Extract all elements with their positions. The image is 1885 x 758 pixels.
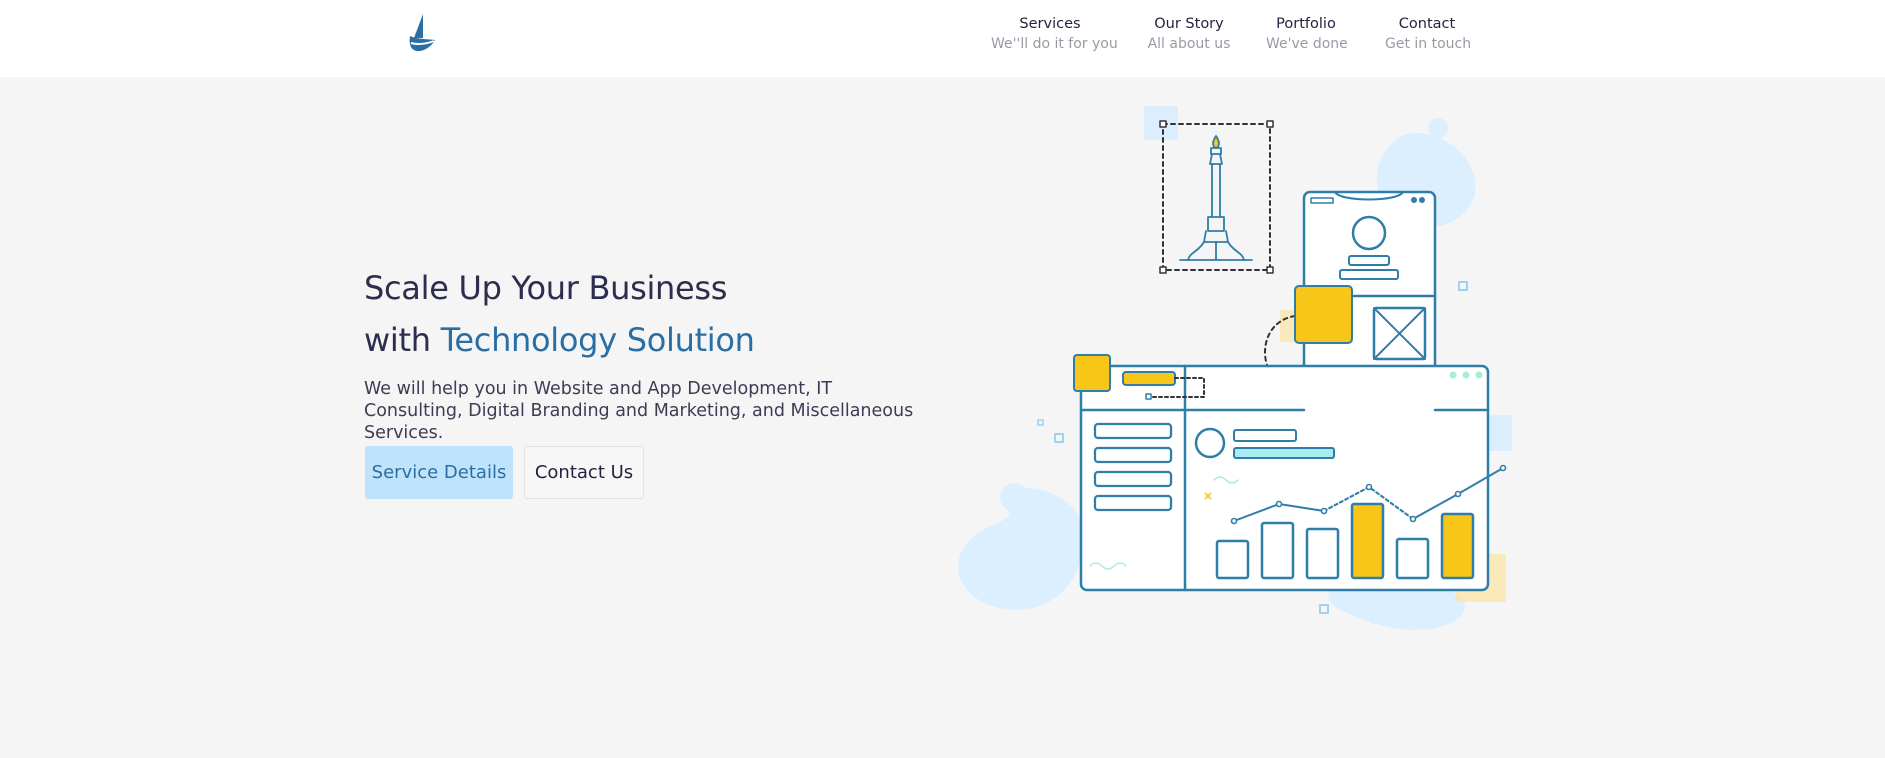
hero-title-line2-prefix: with — [364, 321, 441, 359]
nav-item-services[interactable]: Services We''ll do it for you — [991, 14, 1118, 54]
sailboat-logo-icon[interactable] — [408, 14, 436, 54]
nav-subtitle-our-story: All about us — [1147, 36, 1231, 52]
nav-subtitle-contact: Get in touch — [1385, 36, 1472, 52]
nav-title-contact: Contact — [1398, 16, 1456, 32]
hero-title: Scale Up Your Business with Technology S… — [364, 262, 755, 366]
nav-item-our-story[interactable]: Our Story All about us — [1146, 14, 1232, 54]
nav-subtitle-portfolio: We've done — [1266, 36, 1348, 52]
nav-title-our-story: Our Story — [1154, 16, 1224, 32]
nav-title-portfolio: Portfolio — [1276, 16, 1336, 32]
hero-title-line1: Scale Up Your Business — [364, 269, 728, 307]
nav-title-services: Services — [1019, 16, 1081, 32]
site-header: Services We''ll do it for you Our Story … — [0, 0, 1885, 77]
nav-item-contact[interactable]: Contact Get in touch — [1385, 14, 1472, 54]
web-app-dashboard-illustration-icon — [958, 106, 1512, 630]
contact-us-button[interactable]: Contact Us — [524, 446, 644, 499]
nav-subtitle-services: We''ll do it for you — [991, 36, 1118, 52]
hero-description: We will help you in Website and App Deve… — [364, 379, 914, 443]
nav-item-portfolio[interactable]: Portfolio We've done — [1266, 14, 1348, 54]
hero-title-accent: Technology Solution — [440, 321, 755, 359]
service-details-button[interactable]: Service Details — [365, 446, 513, 499]
